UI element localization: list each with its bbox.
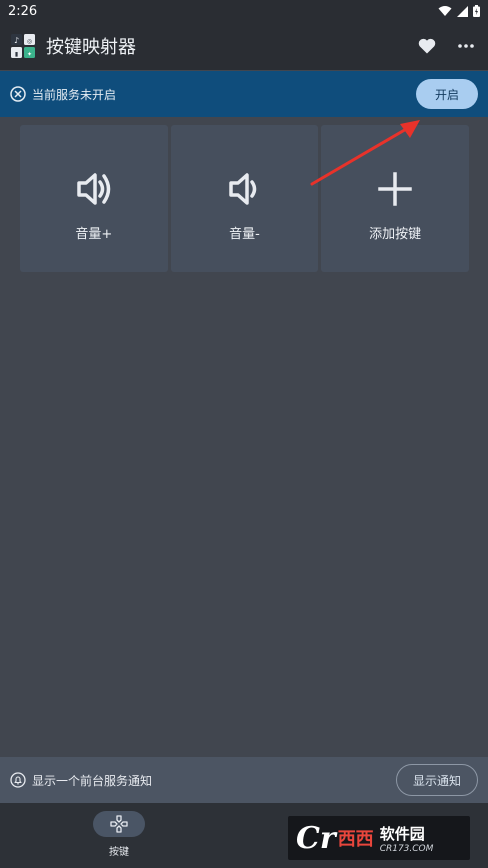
- app-title: 按键映射器: [46, 37, 136, 58]
- plus-icon: [378, 172, 412, 206]
- status-time: 2:26: [8, 3, 38, 19]
- key-card-volume-down[interactable]: 音量-: [170, 125, 319, 272]
- signal-icon: [457, 5, 468, 17]
- enable-service-button[interactable]: 开启: [416, 79, 478, 109]
- heart-icon[interactable]: [418, 38, 436, 54]
- watermark: Cr 西西 软件园 CR173.COM: [288, 816, 470, 860]
- wifi-icon: [438, 6, 452, 16]
- watermark-logo: Cr: [296, 820, 336, 856]
- gamepad-icon: [110, 815, 128, 833]
- watermark-site: 软件园 CR173.COM: [380, 823, 434, 854]
- battery-icon: [473, 5, 480, 17]
- svg-text:◎: ◎: [27, 38, 32, 45]
- app-actions: [418, 38, 478, 54]
- service-status-banner: 当前服务未开启 开启: [0, 71, 488, 117]
- status-icons: [438, 5, 480, 17]
- key-label: 音量+: [75, 227, 113, 242]
- key-label: 音量-: [229, 227, 260, 242]
- key-grid: 音量+ 音量- 添加按键: [20, 125, 470, 272]
- app-logo-icon: ♪ ◎ ▮ ✦: [11, 34, 35, 58]
- add-key-button[interactable]: 添加按键: [321, 125, 470, 272]
- watermark-site-name: 软件园: [379, 824, 425, 843]
- watermark-brand: 西西: [337, 829, 374, 850]
- more-icon[interactable]: [458, 44, 474, 48]
- volume-down-icon: [228, 173, 256, 205]
- close-circle-icon: [10, 86, 26, 102]
- key-label: 添加按键: [369, 227, 422, 242]
- status-bar: 2:26: [0, 0, 488, 22]
- svg-text:▮: ▮: [15, 51, 18, 58]
- notification-text: 显示一个前台服务通知: [32, 773, 153, 788]
- watermark-url: CR173.COM: [379, 843, 434, 854]
- app-bar: ♪ ◎ ▮ ✦ 按键映射器: [0, 22, 488, 70]
- nav-label: 按键: [109, 847, 129, 858]
- foreground-notification-bar: 显示一个前台服务通知 显示通知: [0, 757, 488, 803]
- volume-up-icon: [77, 173, 111, 205]
- show-notification-button[interactable]: 显示通知: [395, 764, 478, 796]
- service-status-text: 当前服务未开启: [32, 87, 117, 102]
- bell-icon: [10, 772, 26, 788]
- svg-text:♪: ♪: [14, 36, 19, 45]
- key-card-volume-up[interactable]: 音量+: [20, 125, 168, 272]
- nav-item-keys[interactable]: 按键: [90, 811, 148, 858]
- svg-text:✦: ✦: [27, 51, 32, 58]
- nav-pill: [93, 811, 145, 837]
